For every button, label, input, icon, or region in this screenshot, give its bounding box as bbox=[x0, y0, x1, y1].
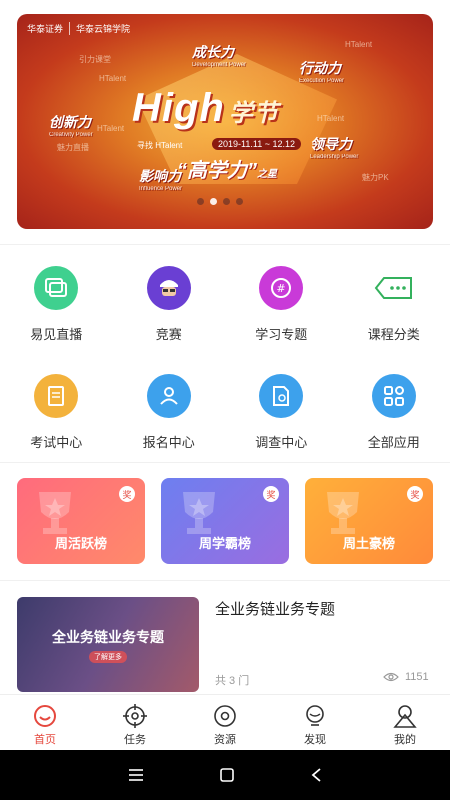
banner-dates: 2019-11.11 ~ 12.12 bbox=[212, 138, 301, 150]
banner-slogan: “高学力”之星 bbox=[177, 160, 277, 182]
grid-item-topic[interactable]: # 学习专题 bbox=[225, 266, 338, 343]
nav-label: 任务 bbox=[124, 734, 146, 746]
banner-faint-text: HTalent bbox=[97, 124, 125, 133]
category-icon bbox=[372, 266, 416, 310]
divider bbox=[0, 244, 450, 245]
banner-tag: 成长力 Development Power bbox=[192, 44, 247, 68]
live-icon bbox=[34, 266, 79, 310]
apps-icon bbox=[371, 374, 416, 418]
nav-label: 我的 bbox=[394, 734, 416, 746]
banner-tag: 影响力 Influence Power bbox=[139, 168, 183, 192]
carousel-dot[interactable] bbox=[236, 198, 243, 205]
course-count: 共 3 门 bbox=[215, 675, 250, 687]
banner-faint-text: 引力课堂 bbox=[79, 55, 111, 64]
banner-tag: 创新力 Creativity Power bbox=[49, 114, 93, 138]
grid-item-signup[interactable]: 报名中心 bbox=[113, 374, 226, 451]
banner-tag: 行动力 Execution Power bbox=[299, 60, 345, 84]
nav-label: 发现 bbox=[304, 734, 326, 746]
grid-item-exam[interactable]: 考试中心 bbox=[0, 374, 113, 451]
grid-item-label: 课程分类 bbox=[367, 327, 420, 342]
banner-faint-text: HTalent bbox=[345, 40, 373, 49]
divider bbox=[0, 462, 450, 463]
home-square-icon[interactable] bbox=[219, 767, 235, 783]
grid-item-all-apps[interactable]: 全部应用 bbox=[338, 374, 450, 451]
ranking-card-scholar[interactable]: 奖 周学霸榜 bbox=[161, 478, 289, 564]
svg-text:#: # bbox=[277, 282, 286, 295]
exam-icon bbox=[34, 374, 79, 418]
course-thumbnail-title: 全业务链业务专题 bbox=[52, 629, 164, 645]
menu-icon[interactable] bbox=[128, 768, 144, 782]
award-badge: 奖 bbox=[119, 486, 135, 502]
banner-brand-bar: 华泰证券 华泰云锦学院 bbox=[27, 22, 136, 35]
feature-grid-row-1: 易见直播 竞赛 # 学习专题 课程分类 bbox=[0, 266, 450, 343]
grid-item-label: 学习专题 bbox=[255, 327, 308, 342]
banner-tag: 领导力 Leadership Power bbox=[310, 136, 359, 160]
banner-faint-text: HTalent bbox=[317, 114, 345, 123]
nav-label: 首页 bbox=[34, 734, 56, 746]
banner-faint-text: 魅力PK bbox=[362, 173, 389, 182]
course-thumbnail[interactable]: 全业务链业务专题 了解更多 bbox=[17, 597, 199, 692]
grid-item-live[interactable]: 易见直播 bbox=[0, 266, 113, 343]
grid-item-label: 竞赛 bbox=[155, 327, 182, 342]
course-title[interactable]: 全业务链业务专题 bbox=[215, 598, 335, 619]
nav-tasks[interactable]: 任务 bbox=[90, 695, 180, 750]
system-navigation-bar bbox=[0, 750, 450, 800]
contest-icon bbox=[146, 266, 191, 310]
nav-mine[interactable]: 我的 bbox=[360, 695, 450, 750]
ranking-card-title: 周活跃榜 bbox=[54, 536, 107, 551]
ranking-card-rich[interactable]: 奖 周土豪榜 bbox=[305, 478, 433, 564]
banner-faint-text: 魅力直播 bbox=[57, 143, 89, 152]
bottom-navigation: 首页 任务 资源 发现 我的 bbox=[0, 694, 450, 750]
disc-icon bbox=[214, 705, 236, 727]
learn-more-button: 了解更多 bbox=[89, 651, 127, 663]
banner-headline: High 学节 bbox=[132, 86, 279, 130]
banner-subtitle: 寻找 HTalent bbox=[137, 141, 183, 150]
grid-item-label: 报名中心 bbox=[142, 435, 195, 450]
nav-home[interactable]: 首页 bbox=[0, 695, 90, 750]
views-count: 1151 bbox=[405, 671, 429, 683]
signup-icon bbox=[146, 374, 191, 418]
carousel-dot[interactable] bbox=[197, 198, 204, 205]
grid-item-survey[interactable]: 调查中心 bbox=[225, 374, 338, 451]
grid-item-label: 考试中心 bbox=[30, 435, 83, 450]
brand-academy: 华泰云锦学院 bbox=[76, 24, 131, 34]
carousel-indicator[interactable] bbox=[197, 198, 243, 205]
course-views: 1151 bbox=[383, 671, 429, 683]
grid-item-label: 易见直播 bbox=[30, 327, 83, 342]
ranking-cards: 奖 周活跃榜 奖 周学霸榜 奖 周土豪榜 bbox=[17, 478, 433, 564]
grid-item-contest[interactable]: 竞赛 bbox=[113, 266, 226, 343]
feature-grid-row-2: 考试中心 报名中心 调查中心 全部应用 bbox=[0, 374, 450, 451]
divider bbox=[0, 580, 450, 581]
bulb-icon bbox=[306, 705, 324, 726]
nav-resources[interactable]: 资源 bbox=[180, 695, 270, 750]
survey-icon bbox=[259, 374, 304, 418]
nav-label: 资源 bbox=[214, 734, 236, 746]
carousel-dot[interactable] bbox=[210, 198, 217, 205]
ranking-card-active[interactable]: 奖 周活跃榜 bbox=[17, 478, 145, 564]
award-badge: 奖 bbox=[407, 486, 423, 502]
grid-item-category[interactable]: 课程分类 bbox=[338, 266, 450, 343]
profile-icon bbox=[393, 705, 417, 728]
home-icon bbox=[34, 705, 56, 727]
ranking-card-title: 周学霸榜 bbox=[198, 536, 251, 551]
ranking-card-title: 周土豪榜 bbox=[342, 536, 395, 551]
nav-discover[interactable]: 发现 bbox=[270, 695, 360, 750]
grid-item-label: 全部应用 bbox=[367, 435, 420, 450]
target-icon bbox=[123, 704, 147, 728]
back-icon[interactable] bbox=[310, 767, 322, 783]
grid-item-label: 调查中心 bbox=[255, 435, 308, 450]
topic-icon: # bbox=[259, 266, 304, 310]
brand-huatai: 华泰证券 bbox=[27, 22, 71, 35]
eye-icon bbox=[383, 672, 399, 682]
promo-banner[interactable]: 华泰证券 华泰云锦学院 引力课堂 HTalent 魅力直播 HTalent 魅力… bbox=[17, 14, 433, 229]
carousel-dot[interactable] bbox=[223, 198, 230, 205]
banner-faint-text: HTalent bbox=[99, 74, 127, 83]
award-badge: 奖 bbox=[263, 486, 279, 502]
